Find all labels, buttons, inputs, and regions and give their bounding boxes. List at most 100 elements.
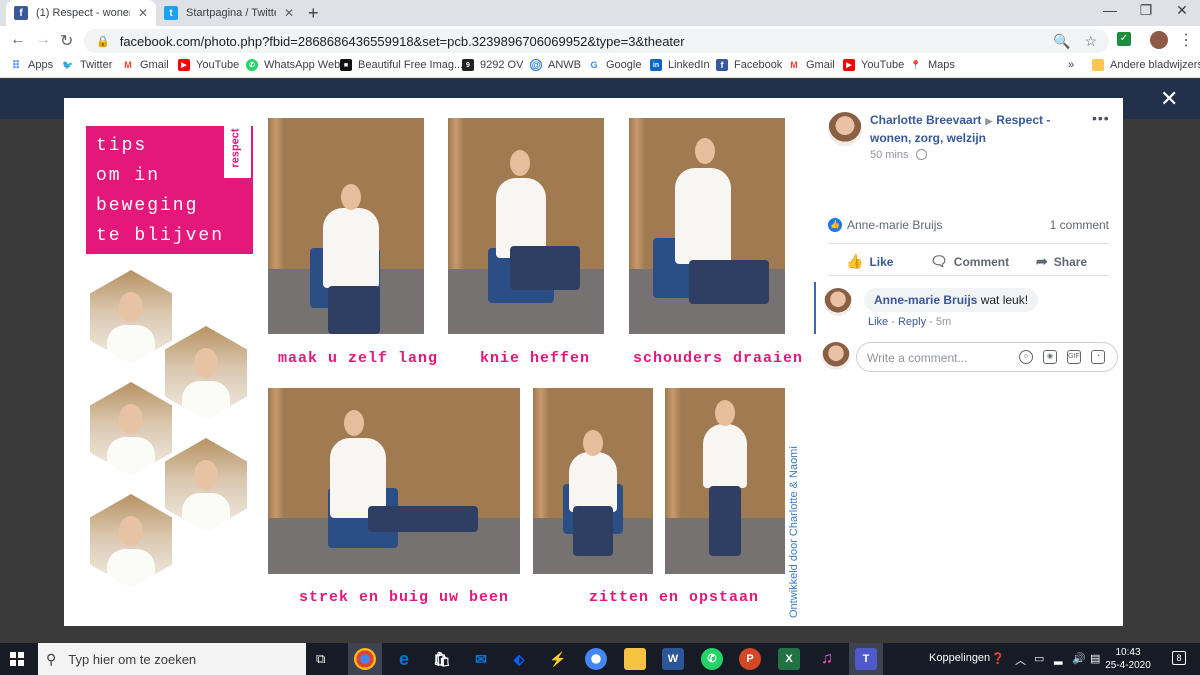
store-taskbar-icon[interactable]: 🛍 bbox=[431, 648, 453, 670]
bookmark-other[interactable]: Andere bladwijzers bbox=[1092, 59, 1200, 71]
browser-menu-icon[interactable]: ⋮ bbox=[1178, 30, 1194, 50]
tab-close-icon[interactable]: ✕ bbox=[138, 6, 148, 20]
comment-input[interactable]: Write a comment... ☺ ◉ GIF ◔ bbox=[856, 342, 1118, 372]
comment-count[interactable]: 1 comment bbox=[1050, 218, 1109, 232]
share-button[interactable]: ➦ Share bbox=[1036, 253, 1087, 270]
chrome-taskbar-icon[interactable] bbox=[354, 648, 376, 670]
windows-start-icon[interactable] bbox=[10, 652, 24, 666]
emoji-icon[interactable]: ☺ bbox=[1019, 350, 1033, 364]
bookmark-gmail-2[interactable]: M Gmail bbox=[788, 59, 834, 71]
gmail-icon: M bbox=[124, 60, 132, 70]
bookmark-google[interactable]: G Google bbox=[588, 59, 641, 71]
post-timestamp[interactable]: 50 mins bbox=[870, 149, 909, 161]
help-icon[interactable]: ❓ bbox=[991, 652, 1005, 665]
maximize-button[interactable]: ❐ bbox=[1131, 2, 1161, 19]
bookmark-label: YouTube bbox=[196, 59, 240, 71]
bookmark-youtube-2[interactable]: ▶ YouTube bbox=[843, 59, 904, 71]
facebook-favicon-icon: f bbox=[14, 6, 28, 20]
bookmarks-overflow-button[interactable]: » bbox=[1068, 59, 1074, 71]
task-view-icon[interactable]: ⧉ bbox=[316, 651, 325, 667]
clock-date: 25-4-2020 bbox=[1105, 660, 1151, 671]
author-name-link[interactable]: Charlotte Breevaart bbox=[870, 113, 981, 127]
bookmark-linkedin[interactable]: in LinkedIn bbox=[650, 59, 710, 71]
volume-icon[interactable]: 🔊 bbox=[1072, 652, 1086, 665]
new-tab-button[interactable]: + bbox=[308, 3, 319, 24]
word-taskbar-icon[interactable]: W bbox=[662, 648, 684, 670]
teams-taskbar-icon[interactable]: T bbox=[855, 648, 877, 670]
google-taskbar-icon[interactable] bbox=[585, 648, 607, 670]
notifications-icon[interactable]: 8 bbox=[1172, 651, 1186, 665]
comment-placeholder: Write a comment... bbox=[867, 351, 968, 365]
explorer-taskbar-icon[interactable] bbox=[624, 648, 646, 670]
like-button[interactable]: 👍 Like bbox=[846, 253, 893, 270]
more-options-icon[interactable]: ••• bbox=[1092, 110, 1110, 126]
profile-avatar[interactable] bbox=[1150, 31, 1168, 49]
bookmark-label: WhatsApp Web bbox=[264, 59, 341, 71]
caret-right-icon: ▶ bbox=[985, 116, 993, 126]
bookmark-label: Twitter bbox=[80, 59, 113, 71]
bookmark-apps[interactable]: ⠿ Apps bbox=[10, 59, 53, 72]
camera-icon[interactable]: ◉ bbox=[1043, 350, 1057, 364]
comment-reply-link[interactable]: Reply bbox=[898, 316, 926, 328]
comment-age[interactable]: 5m bbox=[936, 316, 951, 328]
window-close-button[interactable]: ✕ bbox=[1167, 2, 1197, 19]
excel-taskbar-icon[interactable]: X bbox=[778, 648, 800, 670]
dropbox-taskbar-icon[interactable]: ⬖ bbox=[508, 648, 530, 670]
tab-close-icon[interactable]: ✕ bbox=[284, 6, 294, 20]
bookmark-anwb[interactable]: @ ANWB bbox=[530, 59, 581, 71]
links-toolbar-label[interactable]: Koppelingen bbox=[929, 652, 990, 664]
minimize-button[interactable]: — bbox=[1095, 2, 1125, 18]
address-bar[interactable]: 🔒 facebook.com/photo.php?fbid=2868686436… bbox=[84, 29, 1109, 53]
lock-icon[interactable]: 🔒 bbox=[96, 35, 110, 48]
taskbar-clock[interactable]: 10:43 25-4-2020 bbox=[1104, 646, 1152, 672]
back-arrow-icon[interactable]: ← bbox=[10, 31, 26, 49]
bookmark-maps[interactable]: 📍 Maps bbox=[910, 59, 955, 71]
tab-twitter[interactable]: t Startpagina / Twitter ✕ bbox=[156, 0, 302, 26]
battery-icon[interactable]: ▭ bbox=[1034, 652, 1044, 665]
forward-arrow-icon[interactable]: → bbox=[35, 31, 51, 49]
reaction-names[interactable]: Anne-marie Bruijs bbox=[847, 218, 942, 232]
commenter-name[interactable]: Anne-marie Bruijs bbox=[874, 293, 977, 307]
bookmark-9292[interactable]: 9 9292 OV bbox=[462, 59, 523, 71]
reload-icon[interactable]: ↻ bbox=[60, 31, 73, 51]
sticker-icon[interactable]: ◔ bbox=[1091, 350, 1105, 364]
title-line: tips bbox=[96, 136, 148, 156]
network-icon[interactable]: ▂ bbox=[1054, 652, 1062, 665]
unsplash-icon: ■ bbox=[340, 59, 352, 71]
9292-icon: 9 bbox=[462, 59, 474, 71]
comment-label: Comment bbox=[953, 254, 1010, 269]
whatsapp-taskbar-icon[interactable]: ✆ bbox=[701, 648, 723, 670]
clock-time: 10:43 bbox=[1115, 647, 1141, 658]
url-text[interactable]: facebook.com/photo.php?fbid=286868643655… bbox=[120, 34, 1039, 49]
bookmark-youtube[interactable]: ▶ YouTube bbox=[178, 59, 239, 71]
gif-icon[interactable]: GIF bbox=[1067, 350, 1081, 364]
itunes-taskbar-icon[interactable]: ♫ bbox=[816, 648, 838, 670]
author-avatar[interactable] bbox=[828, 112, 862, 146]
powerpoint-taskbar-icon[interactable]: P bbox=[739, 648, 761, 670]
bookmark-facebook[interactable]: f Facebook bbox=[716, 59, 782, 71]
facebook-icon: f bbox=[716, 59, 728, 71]
zoom-icon[interactable]: 🔍 bbox=[1053, 33, 1070, 50]
edge-taskbar-icon[interactable]: e bbox=[393, 648, 415, 670]
tab-facebook[interactable]: f (1) Respect - wonen, zo ✕ bbox=[6, 0, 156, 26]
bookmark-whatsapp[interactable]: ✆ WhatsApp Web bbox=[246, 59, 340, 71]
app-taskbar-icon[interactable]: ⚡ bbox=[547, 648, 569, 670]
comment-like-link[interactable]: Like bbox=[868, 316, 888, 328]
mail-taskbar-icon[interactable]: ✉ bbox=[470, 648, 492, 670]
commenter-avatar[interactable] bbox=[824, 288, 852, 316]
bookmark-unsplash[interactable]: ■ Beautiful Free Imag... bbox=[340, 59, 463, 71]
tray-chevron-icon[interactable]: ︿ bbox=[1015, 652, 1026, 668]
bookmark-gmail[interactable]: M Gmail bbox=[122, 59, 168, 71]
keyboard-icon[interactable]: ▤ bbox=[1090, 652, 1100, 665]
post-photo[interactable]: tips om in beweging te blijven respect m… bbox=[64, 98, 814, 626]
bookmark-label: Maps bbox=[928, 59, 955, 71]
taskbar-search[interactable]: ⚲ Typ hier om te zoeken bbox=[38, 643, 306, 675]
comment-button[interactable]: 🗨 Comment bbox=[930, 253, 1009, 270]
bookmark-twitter[interactable]: 🐦 Twitter bbox=[62, 59, 112, 71]
search-placeholder: Typ hier om te zoeken bbox=[68, 651, 197, 667]
twitter-icon: 🐦 bbox=[62, 59, 74, 70]
bookmark-star-icon[interactable]: ☆ bbox=[1084, 33, 1097, 50]
theater-close-icon[interactable]: ✕ bbox=[1160, 86, 1178, 112]
extension-check-icon[interactable]: ✓ bbox=[1117, 32, 1131, 46]
bookmark-label: YouTube bbox=[861, 59, 905, 71]
